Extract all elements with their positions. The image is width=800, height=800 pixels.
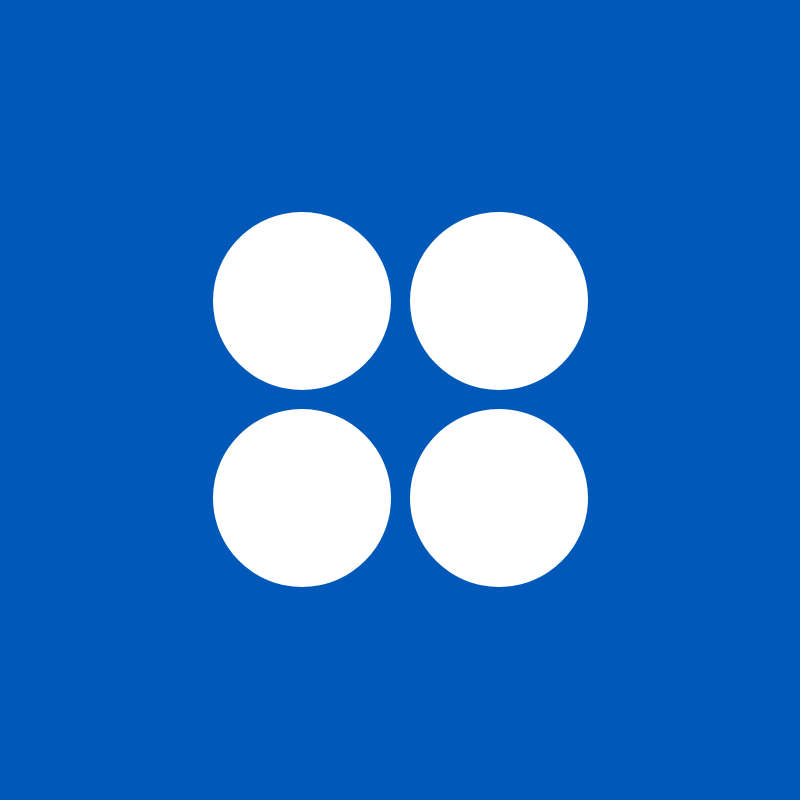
dot-bottom-right — [410, 409, 588, 587]
dot-top-right — [410, 212, 588, 390]
dot-top-left — [213, 212, 391, 390]
four-dots-grid-icon — [213, 212, 589, 588]
app-icon-tile — [0, 0, 800, 800]
dot-bottom-left — [213, 409, 391, 587]
